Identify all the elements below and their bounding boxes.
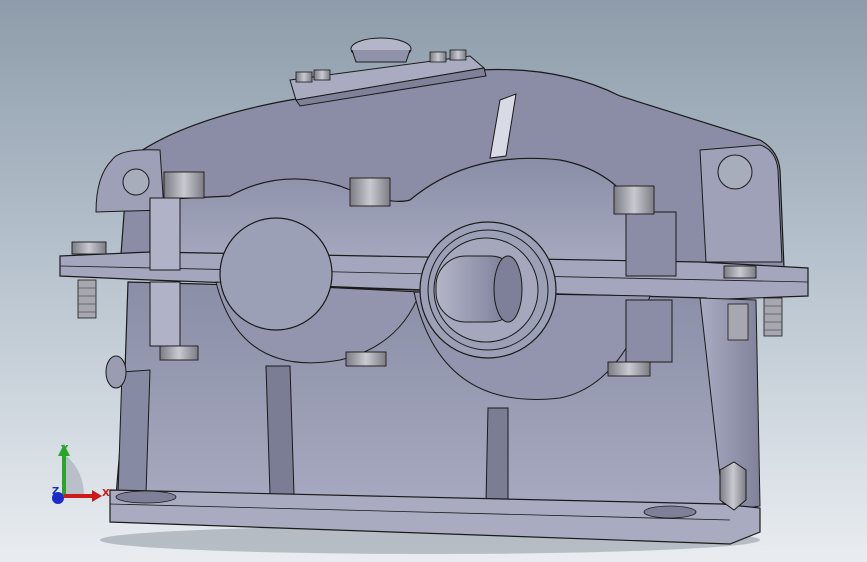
- x-axis-label: X: [102, 488, 110, 499]
- lifting-hole-left: [122, 168, 150, 196]
- drain-plug: [719, 461, 747, 511]
- lifting-hole-right: [717, 154, 753, 190]
- foot-slot-left: [115, 490, 177, 504]
- foot-slot-right: [643, 505, 697, 519]
- graphics-viewport[interactable]: Y X Z: [0, 0, 867, 562]
- coordinate-triad: Y X Z: [52, 444, 110, 504]
- y-axis-label: Y: [60, 444, 69, 455]
- triad-xy-plane: [64, 454, 84, 496]
- x-axis-arrow-icon: [92, 490, 102, 502]
- bearing-bore-left: [219, 217, 333, 331]
- z-axis-label: Z: [52, 486, 59, 497]
- oil-plug: [105, 355, 127, 389]
- gearbox-model[interactable]: [0, 0, 867, 562]
